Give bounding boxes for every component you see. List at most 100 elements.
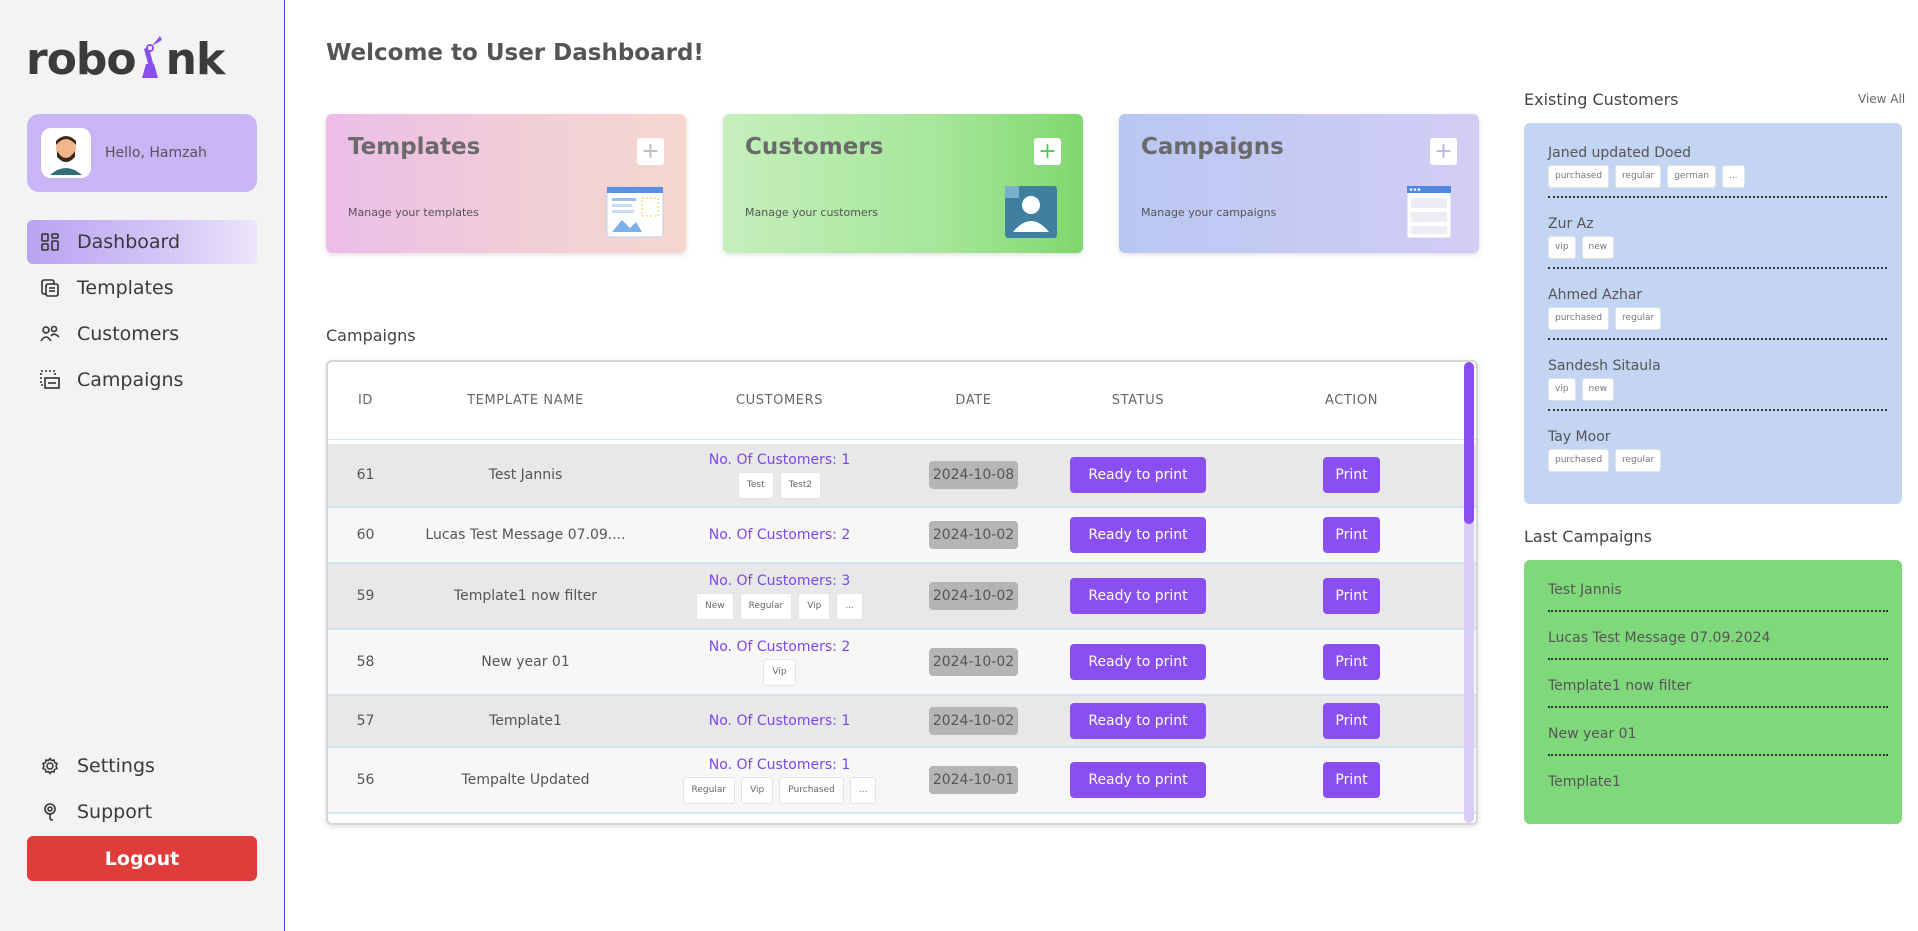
row-template-name: Lucas Test Message 07.09.... <box>425 527 626 543</box>
table-row[interactable]: 58 New year 01 No. Of Customers: 2 Vip 2… <box>328 630 1476 696</box>
scrollbar-thumb[interactable] <box>1464 362 1474 524</box>
header-status[interactable]: STATUS <box>1036 393 1240 408</box>
logout-button[interactable]: Logout <box>27 836 257 881</box>
date-pill: 2024-10-02 <box>928 521 1019 549</box>
customers-card[interactable]: Customers + Manage your customers <box>723 114 1083 253</box>
ready-to-print-button[interactable]: Ready to print <box>1070 703 1206 739</box>
header-id[interactable]: ID <box>328 393 403 408</box>
table-scrollbar[interactable] <box>1464 362 1474 823</box>
row-customers: No. Of Customers: 1 <box>648 713 911 729</box>
list-item[interactable]: Sandesh Sitaula vip new <box>1548 358 1887 411</box>
list-item[interactable]: Ahmed Azhar purchased regular <box>1548 287 1887 340</box>
print-button[interactable]: Print <box>1323 703 1380 739</box>
ready-to-print-button[interactable]: Ready to print <box>1070 644 1206 680</box>
tag: new <box>1581 236 1615 259</box>
print-button[interactable]: Print <box>1323 762 1380 798</box>
tag: purchased <box>1548 165 1610 188</box>
nav-item-campaigns[interactable]: Campaigns <box>27 358 257 402</box>
table-row[interactable]: 59 Template1 now filter No. Of Customers… <box>328 564 1476 630</box>
customer-count[interactable]: No. Of Customers: 1 <box>648 713 911 729</box>
nav-item-templates[interactable]: Templates <box>27 266 257 310</box>
tag-more[interactable]: ... <box>849 776 877 804</box>
print-button[interactable]: Print <box>1323 644 1380 680</box>
tag-list: Test Test2 <box>648 471 911 499</box>
list-item[interactable]: Test Jannis <box>1548 582 1888 612</box>
avatar <box>41 128 91 178</box>
dashboard-icon <box>37 229 63 255</box>
row-date: 2024-10-02 <box>911 521 1036 549</box>
table-row[interactable]: 57 Template1 No. Of Customers: 1 2024-10… <box>328 696 1476 748</box>
bottom-nav: Settings Support <box>27 744 257 836</box>
ready-to-print-button[interactable]: Ready to print <box>1070 578 1206 614</box>
customer-count[interactable]: No. Of Customers: 1 <box>648 452 911 468</box>
row-template-name: Tempalte Updated <box>461 772 590 788</box>
list-item[interactable]: New year 01 <box>1548 726 1888 756</box>
list-item[interactable]: Lucas Test Message 07.09.2024 <box>1548 630 1888 660</box>
list-item[interactable]: Janed updated Doed purchased regular ger… <box>1548 145 1887 198</box>
header-template-name[interactable]: TEMPLATE NAME <box>403 393 648 408</box>
row-customers: No. Of Customers: 3 New Regular Vip ... <box>648 573 911 620</box>
row-date: 2024-10-08 <box>911 461 1036 489</box>
header-action[interactable]: ACTION <box>1240 393 1463 408</box>
nav-item-dashboard[interactable]: Dashboard <box>27 220 257 264</box>
customer-count[interactable]: No. Of Customers: 2 <box>648 527 911 543</box>
templates-card[interactable]: Templates + Manage your templates <box>326 114 686 253</box>
row-id: 60 <box>356 527 375 543</box>
row-id: 56 <box>356 772 375 788</box>
print-button[interactable]: Print <box>1323 578 1380 614</box>
tag: Regular <box>739 592 793 620</box>
list-item[interactable]: Template1 <box>1548 774 1888 802</box>
template-illustration-icon <box>606 186 664 238</box>
existing-customers-title: Existing Customers <box>1524 90 1679 109</box>
customer-illustration-icon <box>1003 186 1061 238</box>
ready-to-print-button[interactable]: Ready to print <box>1070 517 1206 553</box>
tag: regular <box>1615 165 1662 188</box>
header-date[interactable]: DATE <box>911 393 1036 408</box>
user-card[interactable]: Hello, Hamzah <box>27 114 257 192</box>
customer-count[interactable]: No. Of Customers: 2 <box>648 639 911 655</box>
table-row[interactable]: 60 Lucas Test Message 07.09.... No. Of C… <box>328 508 1476 564</box>
row-customers: No. Of Customers: 2 Vip <box>648 639 911 686</box>
row-status: Ready to print <box>1036 762 1240 798</box>
templates-card-desc: Manage your templates <box>348 206 479 219</box>
customer-count[interactable]: No. Of Customers: 3 <box>648 573 911 589</box>
tag: Regular <box>682 776 736 804</box>
header-customers[interactable]: CUSTOMERS <box>648 393 911 408</box>
add-campaign-plus-icon[interactable]: + <box>1430 138 1457 165</box>
tag-list: Vip <box>648 658 911 686</box>
row-id: 58 <box>356 654 375 670</box>
add-customer-plus-icon[interactable]: + <box>1034 138 1061 165</box>
table-row[interactable]: 56 Tempalte Updated No. Of Customers: 1 … <box>328 748 1476 814</box>
tag-more[interactable]: ... <box>836 592 863 620</box>
add-template-plus-icon[interactable]: + <box>637 138 664 165</box>
tag: Vip <box>741 776 774 804</box>
app-logo[interactable]: robo nk <box>26 26 226 85</box>
logo-text-end: nk <box>165 34 226 85</box>
nav-item-customers[interactable]: Customers <box>27 312 257 356</box>
ready-to-print-button[interactable]: Ready to print <box>1070 457 1206 493</box>
nav-item-settings[interactable]: Settings <box>27 744 257 788</box>
print-button[interactable]: Print <box>1323 457 1380 493</box>
nav-label-settings: Settings <box>77 755 155 777</box>
list-item[interactable]: Zur Az vip new <box>1548 216 1887 269</box>
gear-icon <box>37 753 63 779</box>
logo-text-start: robo <box>26 34 137 85</box>
list-item[interactable]: Template1 now filter <box>1548 678 1888 708</box>
tag: regular <box>1615 307 1662 330</box>
row-date: 2024-10-01 <box>911 766 1036 794</box>
tag-list: Regular Vip Purchased ... <box>648 776 911 804</box>
tag: german <box>1667 165 1716 188</box>
nav-item-support[interactable]: Support <box>27 790 257 834</box>
date-pill: 2024-10-08 <box>928 461 1019 489</box>
print-button[interactable]: Print <box>1323 517 1380 553</box>
table-row[interactable]: 61 Test Jannis No. Of Customers: 1 Test … <box>328 444 1476 508</box>
customer-name: Janed updated Doed <box>1548 145 1692 161</box>
customer-count[interactable]: No. Of Customers: 1 <box>648 757 911 773</box>
tag: Test <box>737 471 774 499</box>
campaigns-card[interactable]: Campaigns + Manage your campaigns <box>1119 114 1479 253</box>
list-item[interactable]: Tay Moor purchased regular <box>1548 429 1887 480</box>
tag-more[interactable]: ... <box>1722 165 1745 188</box>
ready-to-print-button[interactable]: Ready to print <box>1070 762 1206 798</box>
row-customers: No. Of Customers: 2 <box>648 527 911 543</box>
view-all-link[interactable]: View All <box>1858 92 1905 106</box>
